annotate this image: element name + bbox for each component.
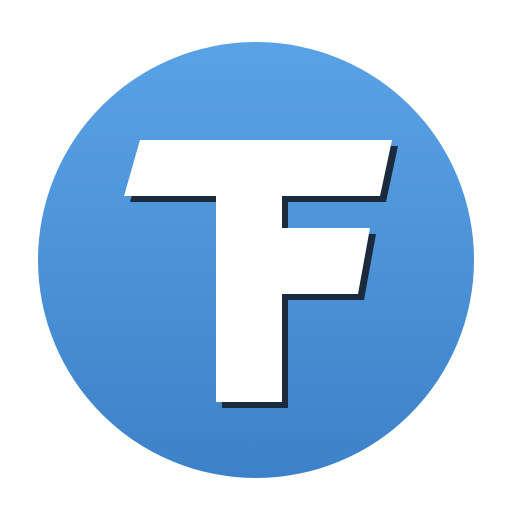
tf-logo-icon (38, 42, 474, 478)
app-logo (0, 0, 512, 512)
